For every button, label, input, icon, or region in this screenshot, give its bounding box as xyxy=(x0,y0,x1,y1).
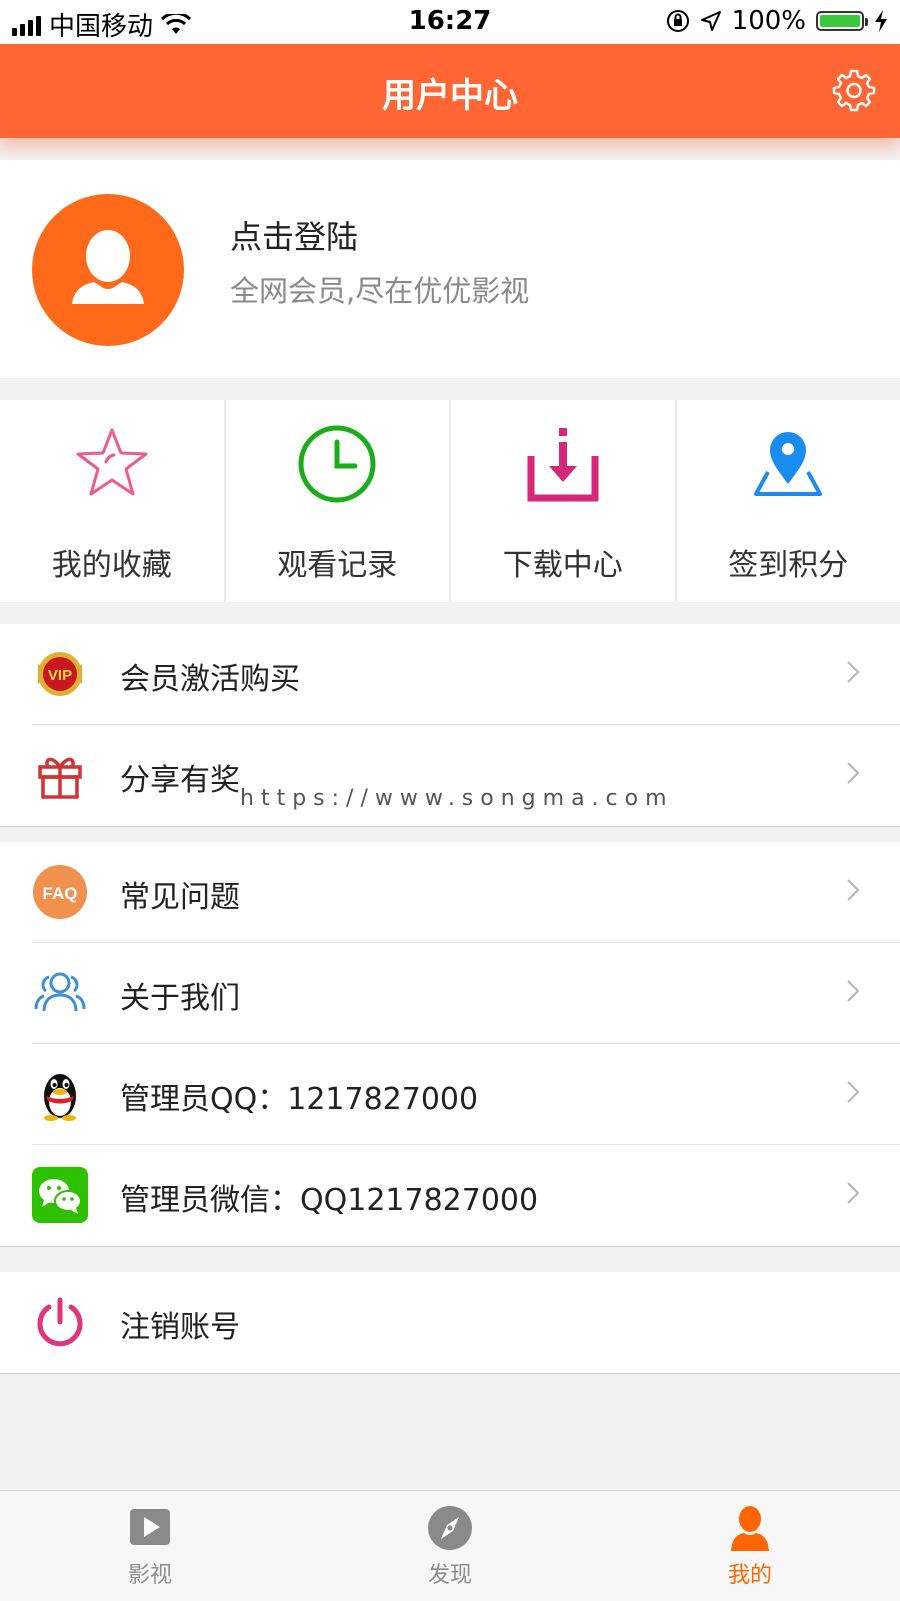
tab-mine[interactable]: 我的 xyxy=(600,1491,900,1601)
tab-label: 我的 xyxy=(600,1557,900,1589)
tab-discover[interactable]: 发现 xyxy=(300,1491,600,1601)
gift-icon xyxy=(32,747,88,803)
menu-group-help: FAQ 常见问题 关于我们 管理员QQ xyxy=(0,842,900,1247)
compass-icon xyxy=(427,1505,473,1551)
chevron-right-icon xyxy=(846,1181,860,1205)
menu-item-label: 关于我们 xyxy=(120,973,240,1017)
menu-item-vip[interactable]: VIP 会员激活购买 xyxy=(0,624,900,725)
menu-item-label: 常见问题 xyxy=(120,872,240,916)
users-icon xyxy=(32,965,88,1021)
menu-item-logout[interactable]: 注销账号 xyxy=(0,1272,900,1373)
shortcut-downloads[interactable]: 下载中心 xyxy=(451,400,675,602)
tab-label: 影视 xyxy=(0,1557,300,1589)
watermark-text: https://www.songma.com xyxy=(240,786,674,811)
menu-item-admin-qq[interactable]: 管理员QQ：1217827000 xyxy=(0,1044,900,1145)
status-right: 100% xyxy=(666,6,888,36)
shortcut-label: 观看记录 xyxy=(226,540,450,584)
shortcut-favorites[interactable]: 我的收藏 xyxy=(0,400,224,602)
menu-item-label: 分享有奖 xyxy=(120,755,240,799)
menu-group-account: 注销账号 xyxy=(0,1272,900,1374)
chevron-right-icon xyxy=(846,660,860,684)
menu-item-about[interactable]: 关于我们 xyxy=(0,943,900,1044)
menu-item-label: 管理员QQ：1217827000 xyxy=(120,1074,478,1118)
wechat-icon xyxy=(32,1167,88,1223)
battery-percent: 100% xyxy=(732,6,806,36)
menu-item-label: 管理员微信：QQ1217827000 xyxy=(120,1175,538,1219)
page-title: 用户中心 xyxy=(0,68,900,117)
menu-item-label: 注销账号 xyxy=(120,1302,240,1346)
map-pin-icon xyxy=(746,422,830,506)
shortcut-grid: 我的收藏 观看记录 下载中心 签到积分 xyxy=(0,400,900,602)
battery-fill xyxy=(820,15,860,27)
tab-movies[interactable]: 影视 xyxy=(0,1491,300,1601)
download-icon xyxy=(521,422,605,506)
chevron-right-icon xyxy=(846,1080,860,1104)
menu-item-admin-wechat[interactable]: 管理员微信：QQ1217827000 xyxy=(0,1145,900,1246)
avatar[interactable] xyxy=(32,194,184,346)
battery-icon xyxy=(816,11,864,31)
profile-card[interactable]: 点击登陆 全网会员,尽在优优影视 xyxy=(0,160,900,378)
shortcut-checkin[interactable]: 签到积分 xyxy=(677,400,900,602)
tab-bar: 影视 发现 我的 xyxy=(0,1490,900,1601)
location-arrow-icon xyxy=(700,10,722,32)
shortcut-label: 我的收藏 xyxy=(0,540,224,584)
shortcut-label: 签到积分 xyxy=(677,540,900,584)
header-bar: 用户中心 xyxy=(0,44,900,138)
vip-badge-icon: VIP xyxy=(32,646,88,702)
play-icon xyxy=(128,1505,172,1549)
user-icon xyxy=(728,1505,772,1553)
menu-item-label: 会员激活购买 xyxy=(120,654,300,698)
chevron-right-icon xyxy=(846,979,860,1003)
gear-icon[interactable] xyxy=(832,68,876,112)
power-icon xyxy=(32,1294,88,1350)
star-icon xyxy=(70,422,154,506)
status-bar: 中国移动 16:27 100% xyxy=(0,0,900,44)
chevron-right-icon xyxy=(846,761,860,785)
menu-item-faq[interactable]: FAQ 常见问题 xyxy=(0,842,900,943)
rotation-lock-icon xyxy=(666,9,690,33)
chevron-right-icon xyxy=(846,878,860,902)
shortcut-history[interactable]: 观看记录 xyxy=(226,400,450,602)
svg-text:FAQ: FAQ xyxy=(43,884,78,903)
tab-label: 发现 xyxy=(300,1557,600,1589)
profile-subtitle: 全网会员,尽在优优影视 xyxy=(230,268,529,310)
shortcut-label: 下载中心 xyxy=(451,540,675,584)
qq-penguin-icon xyxy=(32,1066,88,1122)
svg-text:VIP: VIP xyxy=(48,667,72,684)
login-prompt[interactable]: 点击登陆 xyxy=(230,212,358,258)
charging-bolt-icon xyxy=(874,10,888,32)
faq-icon: FAQ xyxy=(32,864,88,920)
clock-icon xyxy=(295,422,379,506)
user-silhouette-icon xyxy=(32,194,184,346)
